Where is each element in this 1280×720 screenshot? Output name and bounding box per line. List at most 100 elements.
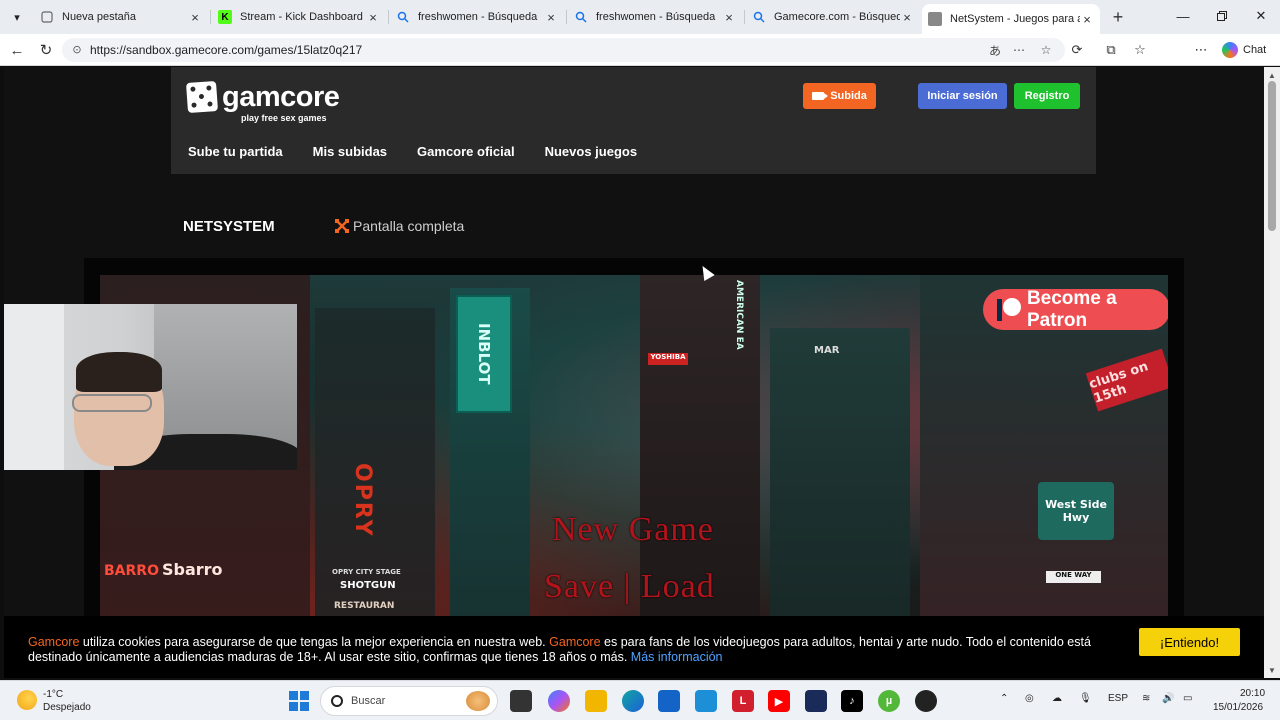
upload-button[interactable]: Subida — [803, 83, 876, 109]
cookie-accept-button[interactable]: ¡Entiendo! — [1139, 628, 1240, 656]
save-load-menu-item[interactable]: Save | Load — [544, 568, 715, 606]
reload-icon[interactable]: ↻ — [36, 40, 56, 60]
dice-logo-icon — [185, 80, 219, 114]
star-favorite-icon[interactable]: ☆ — [1038, 42, 1054, 58]
close-icon[interactable]: × — [1080, 12, 1094, 27]
tray-network-app-icon[interactable]: ☁ — [1052, 693, 1062, 704]
close-icon[interactable]: × — [188, 10, 202, 25]
tab-separator — [210, 10, 211, 24]
tab-search-gamecore[interactable]: Gamecore.com - Búsqueda × — [746, 4, 920, 30]
microphone-icon[interactable]: 🎙 — [1079, 693, 1092, 704]
volume-icon[interactable]: 🔊 — [1162, 693, 1174, 704]
tab-search-freshwomen-1[interactable]: freshwomen - Búsqueda × — [390, 4, 564, 30]
weather-description[interactable]: Despejado — [43, 702, 91, 713]
clock-date[interactable]: 15/01/2026 — [1213, 702, 1263, 713]
tab-separator — [566, 10, 567, 24]
battery-icon[interactable]: ▭ — [1183, 693, 1192, 704]
reading-mode-icon[interactable]: ⋯ — [1011, 42, 1027, 58]
tab-label: Nueva pestaña — [62, 11, 136, 23]
wifi-icon[interactable]: ≋ — [1142, 693, 1150, 704]
tab-nueva-pestana[interactable]: Nueva pestaña × — [34, 4, 208, 30]
fullscreen-button[interactable]: Pantalla completa — [335, 218, 464, 234]
tab-kick-dashboard[interactable]: K Stream - Kick Dashboard × — [212, 4, 386, 30]
tab-search-freshwomen-2[interactable]: freshwomen - Búsqueda × — [568, 4, 742, 30]
windows-start-icon[interactable] — [289, 691, 309, 711]
edge-browser-icon[interactable] — [622, 690, 644, 712]
copilot-chat-button[interactable]: Chat — [1222, 40, 1266, 60]
become-patron-button[interactable]: Become a Patron — [983, 288, 1168, 331]
scene-sign: Sbarro — [162, 560, 223, 579]
scroll-down-arrow-icon[interactable]: ▼ — [1267, 665, 1277, 675]
chat-label: Chat — [1243, 44, 1267, 56]
tray-app-icon[interactable]: ◎ — [1025, 693, 1034, 704]
weather-temperature[interactable]: -1°C — [43, 689, 63, 700]
tiktok-icon[interactable]: ♪ — [841, 690, 863, 712]
close-icon[interactable]: × — [366, 10, 380, 25]
tab-netsystem[interactable]: NetSystem - Juegos para adu × — [922, 4, 1100, 34]
restore-icon[interactable] — [1207, 4, 1237, 28]
copilot-app-icon[interactable] — [548, 690, 570, 712]
login-button[interactable]: Iniciar sesión — [918, 83, 1007, 109]
tray-chevron-icon[interactable]: ⌃ — [1000, 693, 1008, 704]
translate-icon[interactable]: あ — [987, 42, 1003, 58]
new-tab-plus-icon[interactable]: + — [1108, 7, 1128, 27]
obs-icon[interactable] — [915, 690, 937, 712]
streaming-app-icon[interactable] — [805, 690, 827, 712]
cookie-brand[interactable]: Gamcore — [549, 635, 600, 649]
scroll-up-arrow-icon[interactable]: ▲ — [1267, 70, 1277, 80]
split-screen-icon[interactable]: ⧉ — [1102, 41, 1120, 59]
app-icon[interactable] — [695, 690, 717, 712]
gamcore-logo[interactable]: gamcore — [185, 80, 340, 114]
extensions-refresh-icon[interactable]: ⟳ — [1068, 41, 1086, 59]
search-icon — [396, 10, 410, 24]
logo-name: gamcore — [222, 81, 340, 113]
cookie-message: Gamcore utiliza cookies para asegurarse … — [28, 635, 1128, 665]
clock-time[interactable]: 20:10 — [1240, 688, 1265, 699]
tab-label: NetSystem - Juegos para adu — [950, 13, 1080, 25]
close-icon[interactable]: × — [722, 10, 736, 25]
page-scrollbar[interactable]: ▲ ▼ — [1264, 67, 1280, 678]
scene-sign: SHOTGUN — [340, 580, 396, 591]
scrollbar-thumb[interactable] — [1268, 81, 1276, 231]
copilot-icon — [1222, 42, 1238, 58]
nav-item-upload-game[interactable]: Sube tu partida — [188, 144, 283, 159]
task-view-icon[interactable] — [510, 690, 532, 712]
tab-list-chevron-icon[interactable]: ▾ — [6, 6, 28, 28]
windows-taskbar: -1°C Despejado Buscar L ▶ ♪ µ ⌃ ◎ ☁ 🎙 ES… — [0, 680, 1280, 720]
nav-item-new-games[interactable]: Nuevos juegos — [545, 144, 637, 159]
webcam-person-glasses — [72, 394, 152, 412]
utorrent-icon[interactable]: µ — [878, 690, 900, 712]
tab-label: freshwomen - Búsqueda — [418, 11, 538, 23]
close-icon[interactable]: × — [544, 10, 558, 25]
store-icon[interactable] — [658, 690, 680, 712]
cookie-brand[interactable]: Gamcore — [28, 635, 79, 649]
nav-item-gamcore-official[interactable]: Gamcore oficial — [417, 144, 515, 159]
address-bar[interactable]: ⊙ https://sandbox.gamecore.com/games/15l… — [62, 38, 1065, 62]
minimize-icon[interactable]: — — [1168, 4, 1198, 28]
scene-sign: BARRO — [104, 563, 159, 579]
search-icon — [574, 10, 588, 24]
taskbar-search[interactable]: Buscar — [320, 686, 498, 716]
more-options-icon[interactable]: ⋯ — [1192, 41, 1210, 59]
notification-app-icon[interactable]: L — [732, 690, 754, 712]
patreon-icon — [995, 297, 1021, 323]
close-icon[interactable]: × — [900, 10, 914, 25]
more-info-link[interactable]: Más información — [631, 650, 723, 664]
file-explorer-icon[interactable] — [585, 690, 607, 712]
window-close-icon[interactable]: ✕ — [1246, 4, 1276, 28]
scene-sign: RESTAURAN — [334, 601, 395, 611]
nav-item-my-uploads[interactable]: Mis subidas — [313, 144, 387, 159]
scene-sign: INBLOT — [456, 295, 512, 413]
page-viewport: gamcore play free sex games Subida Inici… — [4, 67, 1264, 678]
new-game-menu-item[interactable]: New Game — [552, 511, 714, 549]
site-info-icon[interactable]: ⊙ — [70, 42, 84, 56]
weather-sun-icon[interactable] — [17, 690, 37, 710]
back-arrow-icon[interactable]: ← — [7, 40, 27, 60]
page-icon — [40, 10, 54, 24]
youtube-icon[interactable]: ▶ — [768, 690, 790, 712]
language-indicator[interactable]: ESP — [1108, 693, 1128, 704]
favorites-icon[interactable]: ☆ — [1131, 41, 1149, 59]
url-text[interactable]: https://sandbox.gamecore.com/games/15lat… — [90, 43, 362, 57]
register-button[interactable]: Registro — [1014, 83, 1080, 109]
cookie-banner: Gamcore utiliza cookies para asegurarse … — [4, 616, 1264, 678]
